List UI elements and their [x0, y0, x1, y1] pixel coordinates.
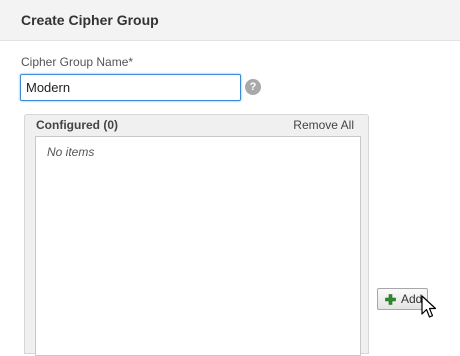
- configured-title: Configured (0): [36, 118, 118, 132]
- configured-label: Configured: [36, 118, 100, 132]
- empty-list-message: No items: [47, 145, 95, 159]
- page-title: Create Cipher Group: [21, 12, 159, 28]
- add-button-label: Add: [401, 292, 423, 306]
- mouse-pointer-icon: [421, 295, 437, 318]
- help-icon[interactable]: ?: [245, 79, 261, 95]
- cipher-group-name-label: Cipher Group Name*: [21, 55, 134, 69]
- configured-panel: Configured (0) Remove All No items: [24, 114, 369, 356]
- remove-all-link[interactable]: Remove All: [293, 118, 354, 132]
- cipher-group-name-input[interactable]: [20, 74, 241, 101]
- configured-list[interactable]: No items: [35, 136, 361, 356]
- plus-icon: [385, 294, 396, 305]
- configured-count: (0): [103, 118, 119, 132]
- page-header: Create Cipher Group: [0, 0, 460, 41]
